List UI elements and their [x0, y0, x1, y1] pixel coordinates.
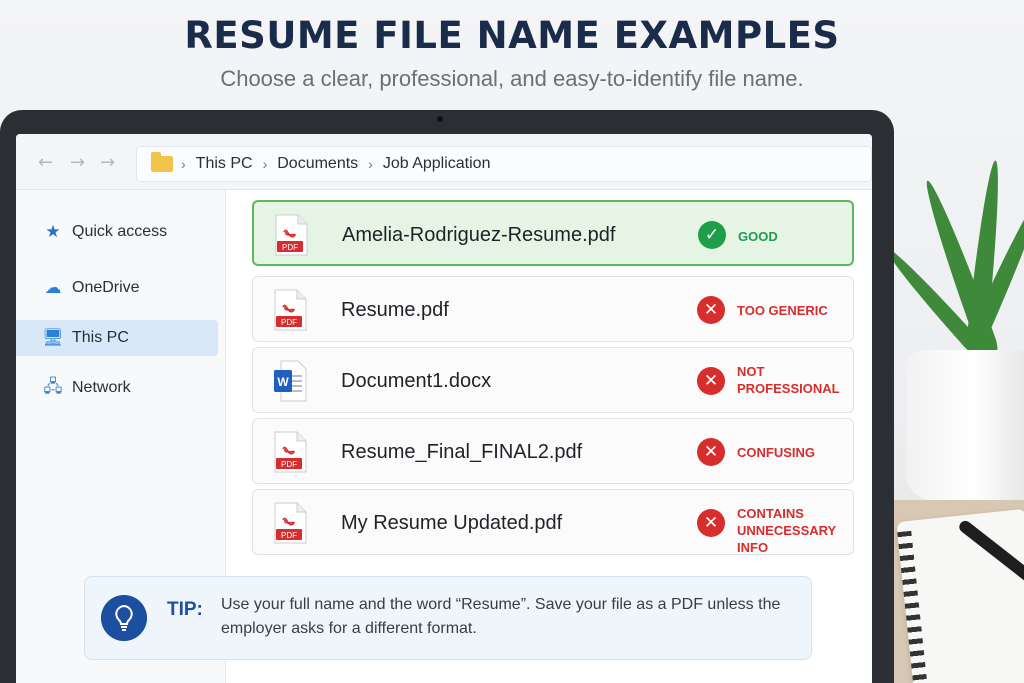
word-file-icon: W — [274, 360, 307, 402]
file-type-label: W — [277, 375, 289, 389]
folder-icon — [151, 152, 173, 172]
sidebar-item-quick-access[interactable]: ★ Quick access — [16, 214, 218, 250]
error-x-icon: ✕ — [697, 367, 725, 395]
breadcrumb-documents[interactable]: Documents — [277, 155, 358, 173]
status-label-bad: CONTAINS UNNECESSARY INFO — [737, 506, 836, 555]
sidebar-item-this-pc[interactable]: 🖥 This PC — [16, 320, 218, 356]
star-icon: ★ — [45, 222, 61, 241]
file-row-not-professional[interactable]: W Document1.docx ✕ NOT PROFESSIONAL — [252, 347, 854, 413]
error-x-icon: ✕ — [697, 509, 725, 537]
forward-button[interactable]: → — [70, 152, 85, 173]
file-row-confusing[interactable]: PDF Resume_Final_FINAL2.pdf ✕ CONFUSING — [252, 418, 854, 484]
sidebar-item-onedrive[interactable]: ☁ OneDrive — [16, 270, 218, 306]
error-x-icon: ✕ — [697, 296, 725, 324]
file-name: Resume.pdf — [341, 299, 449, 321]
pdf-file-icon: PDF — [274, 289, 307, 331]
tip-box: TIP: Use your full name and the word “Re… — [84, 576, 812, 660]
breadcrumb-separator-icon: › — [181, 156, 186, 172]
file-name: Resume_Final_FINAL2.pdf — [341, 441, 583, 463]
explorer-toolbar: ← → → › This PC › Documents › Job Applic… — [16, 134, 872, 190]
address-bar[interactable]: › This PC › Documents › Job Application — [136, 146, 872, 182]
sidebar-item-label: Quick access — [72, 223, 168, 240]
error-x-icon: ✕ — [697, 438, 725, 466]
breadcrumb-separator-icon: › — [368, 156, 373, 172]
tip-text: Use your full name and the word “Resume”… — [221, 596, 781, 637]
file-name: Amelia-Rodriguez-Resume.pdf — [342, 224, 616, 246]
pdf-file-icon: PDF — [274, 502, 307, 544]
lightbulb-icon — [101, 595, 147, 641]
camera — [437, 116, 443, 122]
monitor-icon: 🖥 — [42, 328, 64, 347]
breadcrumb-separator-icon: › — [262, 156, 268, 172]
file-type-label: PDF — [281, 318, 297, 327]
file-name: My Resume Updated.pdf — [341, 512, 563, 534]
sidebar-item-label: Network — [72, 379, 131, 396]
sidebar-item-network[interactable]: 🖧 Network — [16, 370, 218, 406]
forward-arrow-button[interactable]: → — [100, 152, 115, 173]
file-explorer-window: ← → → › This PC › Documents › Job Applic… — [16, 134, 872, 683]
file-type-label: PDF — [281, 531, 297, 540]
laptop: ← → → › This PC › Documents › Job Applic… — [0, 110, 894, 683]
sidebar-item-label: This PC — [72, 329, 129, 346]
status-label-bad: CONFUSING — [737, 445, 815, 460]
sidebar-item-label: OneDrive — [72, 279, 140, 296]
notebook — [896, 508, 1024, 683]
file-row-generic[interactable]: PDF Resume.pdf ✕ TOO GENERIC — [252, 276, 854, 342]
status-label-bad: NOT PROFESSIONAL — [737, 364, 840, 396]
file-name: Document1.docx — [341, 370, 492, 392]
file-type-label: PDF — [281, 460, 297, 469]
breadcrumb-this-pc[interactable]: This PC — [196, 155, 253, 173]
page-subtitle: Choose a clear, professional, and easy-t… — [220, 66, 804, 91]
tip-label: TIP: — [167, 599, 203, 620]
file-row-good[interactable]: PDF Amelia-Rodriguez-Resume.pdf ✓ GOOD — [252, 200, 854, 266]
cloud-icon: ☁ — [44, 278, 62, 297]
pdf-file-icon: PDF — [275, 214, 308, 256]
breadcrumb-job-application[interactable]: Job Application — [383, 155, 491, 173]
status-label-bad: TOO GENERIC — [737, 303, 828, 318]
file-row-unnecessary-info[interactable]: PDF My Resume Updated.pdf ✕ CONTAINS UNN… — [252, 489, 854, 555]
status-label-good: GOOD — [738, 229, 778, 244]
pdf-file-icon: PDF — [274, 431, 307, 473]
check-icon: ✓ — [698, 221, 726, 249]
network-icon: 🖧 — [43, 376, 63, 396]
file-type-label: PDF — [282, 243, 298, 252]
page-title: RESUME FILE NAME EXAMPLES — [184, 14, 840, 57]
back-button[interactable]: ← — [38, 152, 53, 173]
